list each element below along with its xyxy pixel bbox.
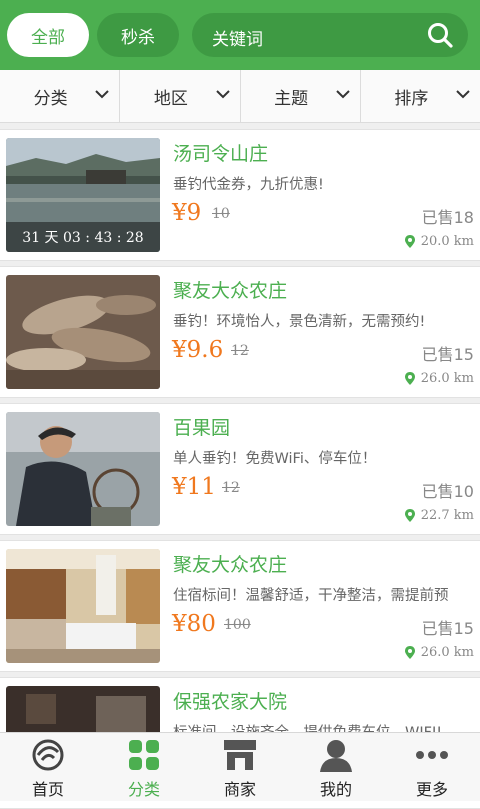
chevron-down-icon (215, 90, 230, 99)
item-title: 聚友大众农庄 (173, 554, 288, 576)
more-dots-icon (416, 751, 448, 759)
tab-all[interactable]: 全部 (7, 13, 89, 57)
distance-value: 26.0 km (420, 371, 474, 386)
nav-profile[interactable]: 我的 (288, 733, 384, 801)
item-sold-count: 已售18 (421, 208, 474, 227)
location-pin-icon (404, 235, 415, 248)
item-photo-fish (6, 275, 160, 389)
bottom-nav: 首页 分类 商家 我的 更多 (0, 732, 480, 801)
item-title: 聚友大众农庄 (173, 280, 288, 302)
filter-label: 主题 (274, 88, 309, 109)
category-grid-icon (129, 740, 159, 770)
filter-region[interactable]: 地区 (120, 70, 241, 122)
item-distance: 26.0 km (404, 371, 474, 386)
item-sold-count: 已售10 (421, 482, 474, 501)
item-photo-lake: 31 天 03 : 43 : 28 (6, 138, 160, 252)
distance-value: 26.0 km (420, 645, 474, 660)
filter-sort[interactable]: 排序 (361, 70, 480, 122)
item-title: 百果园 (173, 417, 231, 439)
tab-flash-sale[interactable]: 秒杀 (97, 13, 179, 57)
item-description: 单人垂钓！免费WiFi、停车位！ (173, 451, 377, 467)
item-price: ¥80 (172, 611, 216, 637)
home-logo-icon (32, 739, 64, 771)
item-description: 垂钓代金券，九折优惠! (173, 177, 324, 193)
search-placeholder: 关键词 (212, 30, 263, 50)
item-original-price: 10 (212, 206, 230, 222)
item-price: ¥9.6 (172, 337, 224, 363)
nav-label: 商家 (223, 780, 256, 799)
item-price: ¥11 (172, 474, 216, 500)
nav-label: 首页 (31, 780, 64, 799)
distance-value: 20.0 km (420, 234, 474, 249)
nav-more[interactable]: 更多 (384, 733, 480, 801)
list-item[interactable]: 聚友大众农庄 垂钓！环境怡人，景色清新，无需预约! ¥9.6 12 已售15 2… (0, 266, 480, 398)
item-photo-angler (6, 412, 160, 526)
store-icon (224, 740, 256, 770)
top-bar: 全部 秒杀 关键词 (0, 0, 480, 70)
distance-value: 22.7 km (420, 508, 474, 523)
nav-merchant[interactable]: 商家 (192, 733, 288, 801)
chevron-down-icon (456, 90, 470, 99)
filter-label: 排序 (394, 88, 429, 109)
item-sold-count: 已售15 (421, 619, 474, 638)
item-description: 住宿标间！温馨舒适，干净整洁，需提前预 (173, 588, 449, 604)
item-price: ¥9 (172, 200, 202, 226)
location-pin-icon (404, 509, 415, 522)
item-distance: 20.0 km (404, 234, 474, 249)
item-distance: 26.0 km (404, 645, 474, 660)
search-icon[interactable] (426, 21, 454, 49)
item-photo-room (6, 549, 160, 663)
item-description: 垂钓！环境怡人，景色清新，无需预约! (173, 314, 426, 330)
location-pin-icon (404, 372, 415, 385)
nav-label: 我的 (319, 780, 352, 799)
item-title: 汤司令山庄 (173, 143, 269, 165)
filter-label: 分类 (33, 88, 68, 109)
user-icon (320, 740, 352, 772)
chevron-down-icon (336, 90, 350, 99)
filter-label: 地区 (153, 88, 188, 109)
list-item[interactable]: 31 天 03 : 43 : 28 汤司令山庄 垂钓代金券，九折优惠! ¥9 1… (0, 129, 480, 261)
item-sold-count: 已售15 (421, 345, 474, 364)
item-distance: 22.7 km (404, 508, 474, 523)
item-original-price: 12 (231, 343, 249, 359)
list-item[interactable]: 聚友大众农庄 住宿标间！温馨舒适，干净整洁，需提前预 ¥80 100 已售15 … (0, 540, 480, 672)
countdown-timer: 31 天 03 : 43 : 28 (22, 230, 144, 246)
item-original-price: 12 (222, 480, 240, 496)
search-input[interactable]: 关键词 (192, 13, 468, 57)
list-item[interactable]: 百果园 单人垂钓！免费WiFi、停车位！ ¥11 12 已售10 22.7 km (0, 403, 480, 535)
nav-label: 更多 (415, 780, 448, 799)
nav-category[interactable]: 分类 (96, 733, 192, 801)
nav-label: 分类 (127, 780, 160, 799)
filter-category[interactable]: 分类 (0, 70, 121, 122)
filter-theme[interactable]: 主题 (241, 70, 361, 122)
location-pin-icon (404, 646, 415, 659)
chevron-down-icon (95, 90, 109, 99)
filter-bar: 分类 地区 主题 排序 (0, 70, 480, 123)
nav-home[interactable]: 首页 (0, 733, 96, 801)
item-original-price: 100 (224, 617, 251, 633)
item-title: 保强农家大院 (173, 691, 288, 713)
